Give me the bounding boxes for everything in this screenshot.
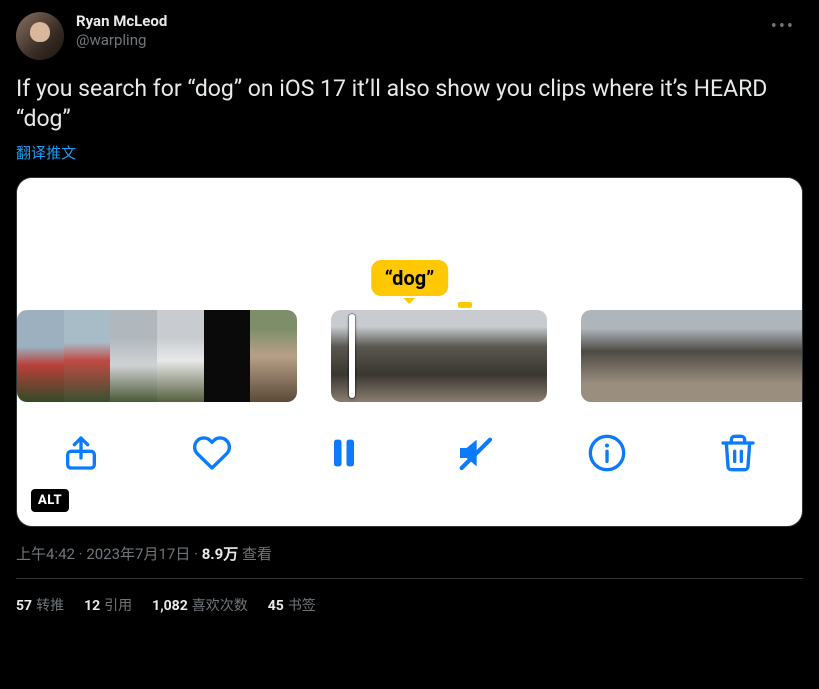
trash-icon[interactable] [718,433,758,473]
clip-frame [250,310,297,402]
clip-group[interactable] [581,310,802,402]
avatar[interactable] [16,12,64,60]
clip-frame [475,310,547,402]
meta-time[interactable]: 上午4:42 [16,545,75,563]
clip-frame [626,310,671,402]
author-name: Ryan McLeod [76,12,167,31]
meta-views-label[interactable]: 查看 [242,545,272,563]
clip-group[interactable] [17,310,297,402]
author-block[interactable]: Ryan McLeod @warpling [76,12,167,50]
clip-frame [110,310,157,402]
stats-row: 57转推 12引用 1,082喜欢次数 45书签 [16,579,803,631]
clip-frame [715,310,760,402]
clip-frame [157,310,204,402]
clip-frame [670,310,715,402]
media-toolbar [17,408,802,526]
clip-group[interactable] [331,310,547,402]
clip-frame [760,310,802,402]
clip-frame [331,310,403,402]
translate-link[interactable]: 翻译推文 [16,142,76,163]
clip-frame [17,310,64,402]
pause-icon[interactable] [324,433,364,473]
share-icon[interactable] [61,433,101,473]
alt-badge[interactable]: ALT [31,489,69,512]
heart-icon[interactable] [192,433,232,473]
tweet-header: Ryan McLeod @warpling ••• [16,12,803,60]
more-button[interactable]: ••• [763,12,803,41]
media-attachment[interactable]: “dog” [16,177,803,527]
stat-quotes[interactable]: 12引用 [84,595,132,615]
stat-retweets[interactable]: 57转推 [16,595,64,615]
timeline-marker [458,302,472,308]
author-handle: @warpling [76,31,167,50]
tweet-meta: 上午4:42 · 2023年7月17日 · 8.9万 查看 [16,543,803,564]
mute-icon[interactable] [455,433,495,473]
video-timeline[interactable] [17,310,802,402]
meta-views-count: 8.9万 [202,545,239,563]
search-term-tooltip: “dog” [371,260,449,296]
playhead[interactable] [349,314,355,398]
meta-date[interactable]: 2023年7月17日 [86,545,190,563]
tweet-container: Ryan McLeod @warpling ••• If you search … [0,0,819,631]
clip-frame [581,310,626,402]
stat-bookmarks[interactable]: 45书签 [268,595,316,615]
clip-frame [403,310,475,402]
clip-frame [64,310,111,402]
stat-likes[interactable]: 1,082喜欢次数 [152,595,248,615]
info-icon[interactable] [587,433,627,473]
tweet-text: If you search for “dog” on iOS 17 it’ll … [16,74,803,134]
clip-frame [204,310,251,402]
